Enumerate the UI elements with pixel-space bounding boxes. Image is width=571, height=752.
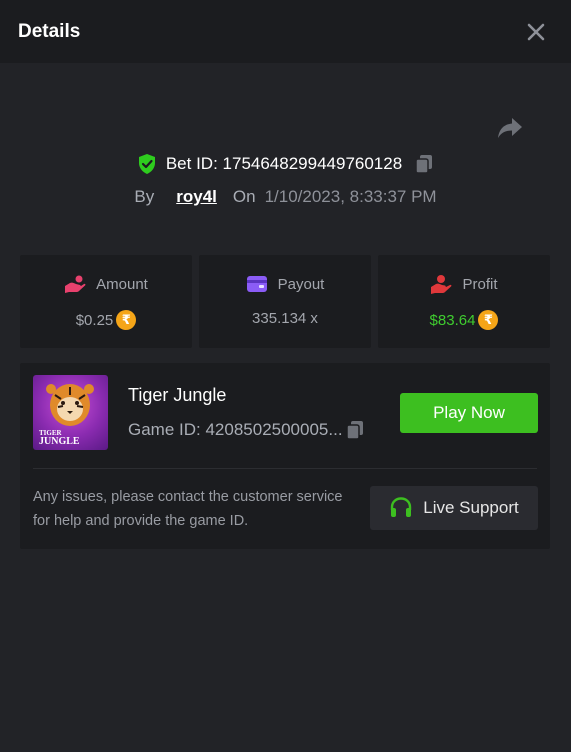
profit-hand-icon xyxy=(430,274,452,294)
stat-profit: Profit $83.64 ₹ xyxy=(378,255,550,348)
by-label: By xyxy=(134,187,155,206)
profit-label: Profit xyxy=(462,275,498,293)
bet-meta-row: By roy4l On 1/10/2023, 8:33:37 PM xyxy=(0,187,571,207)
stat-amount: Amount $0.25 ₹ xyxy=(20,255,192,348)
play-now-button[interactable]: Play Now xyxy=(400,393,538,433)
stat-payout: Payout 335.134 x xyxy=(199,255,371,348)
amount-label: Amount xyxy=(96,275,148,293)
game-name: Tiger Jungle xyxy=(128,385,227,405)
payout-value: 335.134 x xyxy=(252,310,318,327)
bet-id-label: Bet ID: xyxy=(165,154,218,173)
amount-value: $0.25 xyxy=(75,311,114,329)
headset-icon xyxy=(389,496,413,520)
bet-stats: Amount $0.25 ₹ Payout 335.134 x Profit $… xyxy=(20,255,550,348)
page-title: Details xyxy=(18,20,81,42)
bet-id-value: 1754648299449760128 xyxy=(222,154,403,173)
live-support-button[interactable]: Live Support xyxy=(370,486,538,530)
profit-value: $83.64 xyxy=(429,311,476,329)
share-icon[interactable] xyxy=(496,115,524,141)
game-id: Game ID: 4208502500005... xyxy=(128,420,343,439)
payout-label: Payout xyxy=(277,275,325,293)
support-message: Any issues, please contact the customer … xyxy=(33,489,343,529)
details-header: Details xyxy=(0,0,571,63)
game-thumbnail[interactable]: TIGER JUNGLE xyxy=(33,375,108,450)
on-label: On xyxy=(232,187,256,206)
live-support-label: Live Support xyxy=(423,498,519,517)
divider xyxy=(33,468,537,469)
shield-check-icon xyxy=(137,153,157,175)
hand-coin-icon xyxy=(64,274,86,294)
thumb-title-line2: JUNGLE xyxy=(39,436,80,447)
wallet-icon xyxy=(246,274,268,294)
bet-date: 1/10/2023, 8:33:37 PM xyxy=(264,187,437,206)
game-id-row: Game ID: 4208502500005... xyxy=(128,419,365,441)
bet-id-row: Bet ID: 1754648299449760128 xyxy=(0,153,571,175)
close-icon[interactable] xyxy=(525,21,547,43)
copy-icon[interactable] xyxy=(414,153,434,175)
game-card: TIGER JUNGLE Tiger Jungle Game ID: 42085… xyxy=(20,363,550,549)
rupee-coin-icon: ₹ xyxy=(116,310,137,330)
user-link[interactable]: roy4l xyxy=(176,187,217,207)
rupee-coin-icon: ₹ xyxy=(478,310,499,330)
copy-icon[interactable] xyxy=(345,419,365,441)
